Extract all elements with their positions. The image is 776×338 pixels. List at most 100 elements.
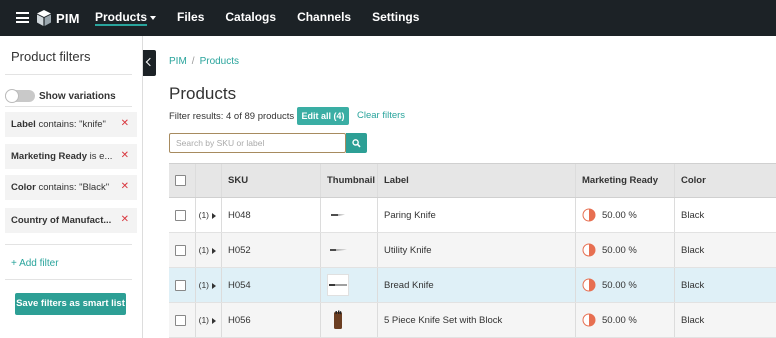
filter-text: Label contains: "knife"	[11, 119, 106, 130]
nav-files[interactable]: Files	[177, 0, 204, 36]
divider	[5, 106, 132, 107]
breadcrumb-current[interactable]: Products	[200, 56, 239, 67]
clear-filters-link[interactable]: Clear filters	[357, 110, 405, 121]
row-checkbox[interactable]	[175, 314, 186, 326]
divider	[5, 74, 132, 75]
table-row[interactable]: (1) H056 5 Piece Knife Set with Block 50…	[169, 303, 776, 338]
caret-down-icon	[150, 15, 157, 20]
caret-right-icon	[212, 282, 216, 289]
nav-catalogs[interactable]: Catalogs	[225, 0, 276, 36]
expand-variants-toggle[interactable]: (1)	[199, 245, 216, 255]
header-select-cell	[169, 164, 196, 197]
thumbnail-cell	[321, 233, 378, 267]
remove-filter-icon[interactable]: ✕	[121, 214, 129, 225]
column-header-marketing-ready[interactable]: Marketing Ready	[576, 164, 675, 197]
search-button[interactable]	[346, 133, 367, 153]
column-header-sku[interactable]: SKU	[222, 164, 321, 197]
add-filter-link[interactable]: + Add filter	[11, 258, 59, 269]
breadcrumb: PIM / Products	[169, 56, 239, 67]
filter-chip-color[interactable]: Color contains: "Black" ✕	[5, 175, 137, 200]
column-header-color[interactable]: Color	[675, 164, 776, 197]
app-logo[interactable]: PIM	[37, 10, 80, 26]
products-table: SKU Thumbnail Label Marketing Ready Colo…	[169, 163, 776, 338]
nav-products[interactable]: Products	[95, 0, 157, 36]
variant-count: (1)	[198, 315, 209, 325]
filter-condition: contains: "knife"	[35, 119, 106, 130]
filter-condition: is e...	[87, 151, 113, 162]
table-row[interactable]: (1) H048 Paring Knife 50.00 % Black	[169, 198, 776, 233]
table-row[interactable]: (1) H052 Utility Knife 50.00 % Black	[169, 233, 776, 268]
progress-pie-icon	[582, 208, 596, 222]
top-navbar: PIM Products Files Catalogs Channels Set…	[0, 0, 776, 36]
expand-variants-toggle[interactable]: (1)	[199, 210, 216, 220]
sku-cell: H048	[222, 198, 321, 232]
color-cell: Black	[681, 209, 705, 221]
marketing-ready-cell: 50.00 %	[576, 233, 675, 267]
filter-chip-marketing-ready[interactable]: Marketing Ready is e... ✕	[5, 144, 137, 169]
table-row[interactable]: (1) H054 Bread Knife 50.00 % Black	[169, 268, 776, 303]
label-cell: Bread Knife	[378, 268, 576, 302]
marketing-ready-cell: 50.00 %	[576, 303, 675, 337]
marketing-ready-value: 50.00 %	[602, 244, 637, 256]
marketing-ready-value: 50.00 %	[602, 279, 637, 291]
search-input[interactable]	[169, 133, 346, 153]
filter-condition: contains: "Black"	[35, 182, 110, 193]
row-checkbox[interactable]	[175, 244, 186, 256]
column-header-label[interactable]: Label	[378, 164, 576, 197]
variant-count: (1)	[198, 245, 209, 255]
search-icon	[352, 139, 361, 148]
sku-cell: H054	[222, 268, 321, 302]
filter-text: Color contains: "Black"	[11, 182, 109, 193]
variant-count: (1)	[198, 280, 209, 290]
progress-pie-icon	[582, 313, 596, 327]
utility-knife-icon[interactable]	[327, 239, 349, 261]
color-cell: Black	[681, 279, 705, 291]
remove-filter-icon[interactable]: ✕	[121, 150, 129, 161]
color-cell: Black	[681, 314, 705, 326]
expand-variants-toggle[interactable]: (1)	[199, 280, 216, 290]
select-cell	[169, 303, 196, 337]
thumbnail-cell	[321, 303, 378, 337]
marketing-ready-value: 50.00 %	[602, 314, 637, 326]
remove-filter-icon[interactable]: ✕	[121, 118, 129, 129]
hamburger-menu-icon[interactable]	[16, 12, 29, 23]
progress-pie-icon	[582, 278, 596, 292]
row-checkbox[interactable]	[175, 209, 186, 221]
marketing-ready-value: 50.00 %	[602, 209, 637, 221]
filter-chip-country[interactable]: Country of Manufact... ✕	[5, 208, 137, 233]
knife-block-icon[interactable]	[327, 309, 349, 331]
color-cell: Black	[681, 244, 705, 256]
nav-channels[interactable]: Channels	[297, 0, 351, 36]
select-all-checkbox[interactable]	[175, 175, 186, 186]
thumbnail-cell	[321, 268, 378, 302]
select-cell	[169, 198, 196, 232]
cube-logo-icon	[37, 10, 51, 26]
toggle-knob	[5, 89, 19, 103]
nav-settings[interactable]: Settings	[372, 0, 419, 36]
filter-name: Color	[11, 182, 36, 193]
row-checkbox[interactable]	[175, 279, 186, 291]
caret-right-icon	[212, 317, 216, 324]
edit-all-button[interactable]: Edit all (4)	[297, 107, 349, 125]
filter-name: Label	[11, 119, 36, 130]
breadcrumb-root[interactable]: PIM	[169, 56, 187, 67]
column-header-thumbnail[interactable]: Thumbnail	[321, 164, 378, 197]
divider	[5, 279, 132, 280]
collapse-sidebar-chevron-icon[interactable]	[143, 50, 156, 76]
save-smart-list-button[interactable]: Save filters as smart list	[15, 293, 126, 315]
label-cell: Paring Knife	[378, 198, 576, 232]
variant-count: (1)	[198, 210, 209, 220]
marketing-ready-cell: 50.00 %	[576, 268, 675, 302]
paring-knife-icon[interactable]	[327, 204, 349, 226]
caret-right-icon	[212, 212, 216, 219]
filter-chip-label[interactable]: Label contains: "knife" ✕	[5, 112, 137, 137]
main-nav: Products Files Catalogs Channels Setting…	[95, 0, 440, 36]
remove-filter-icon[interactable]: ✕	[121, 181, 129, 192]
select-cell	[169, 233, 196, 267]
show-variations-toggle[interactable]	[5, 89, 35, 103]
breadcrumb-separator: /	[191, 56, 195, 67]
bread-knife-icon[interactable]	[327, 274, 349, 296]
expand-variants-toggle[interactable]: (1)	[199, 315, 216, 325]
expand-cell: (1)	[196, 268, 222, 302]
filter-text: Country of Manufact...	[11, 215, 111, 226]
